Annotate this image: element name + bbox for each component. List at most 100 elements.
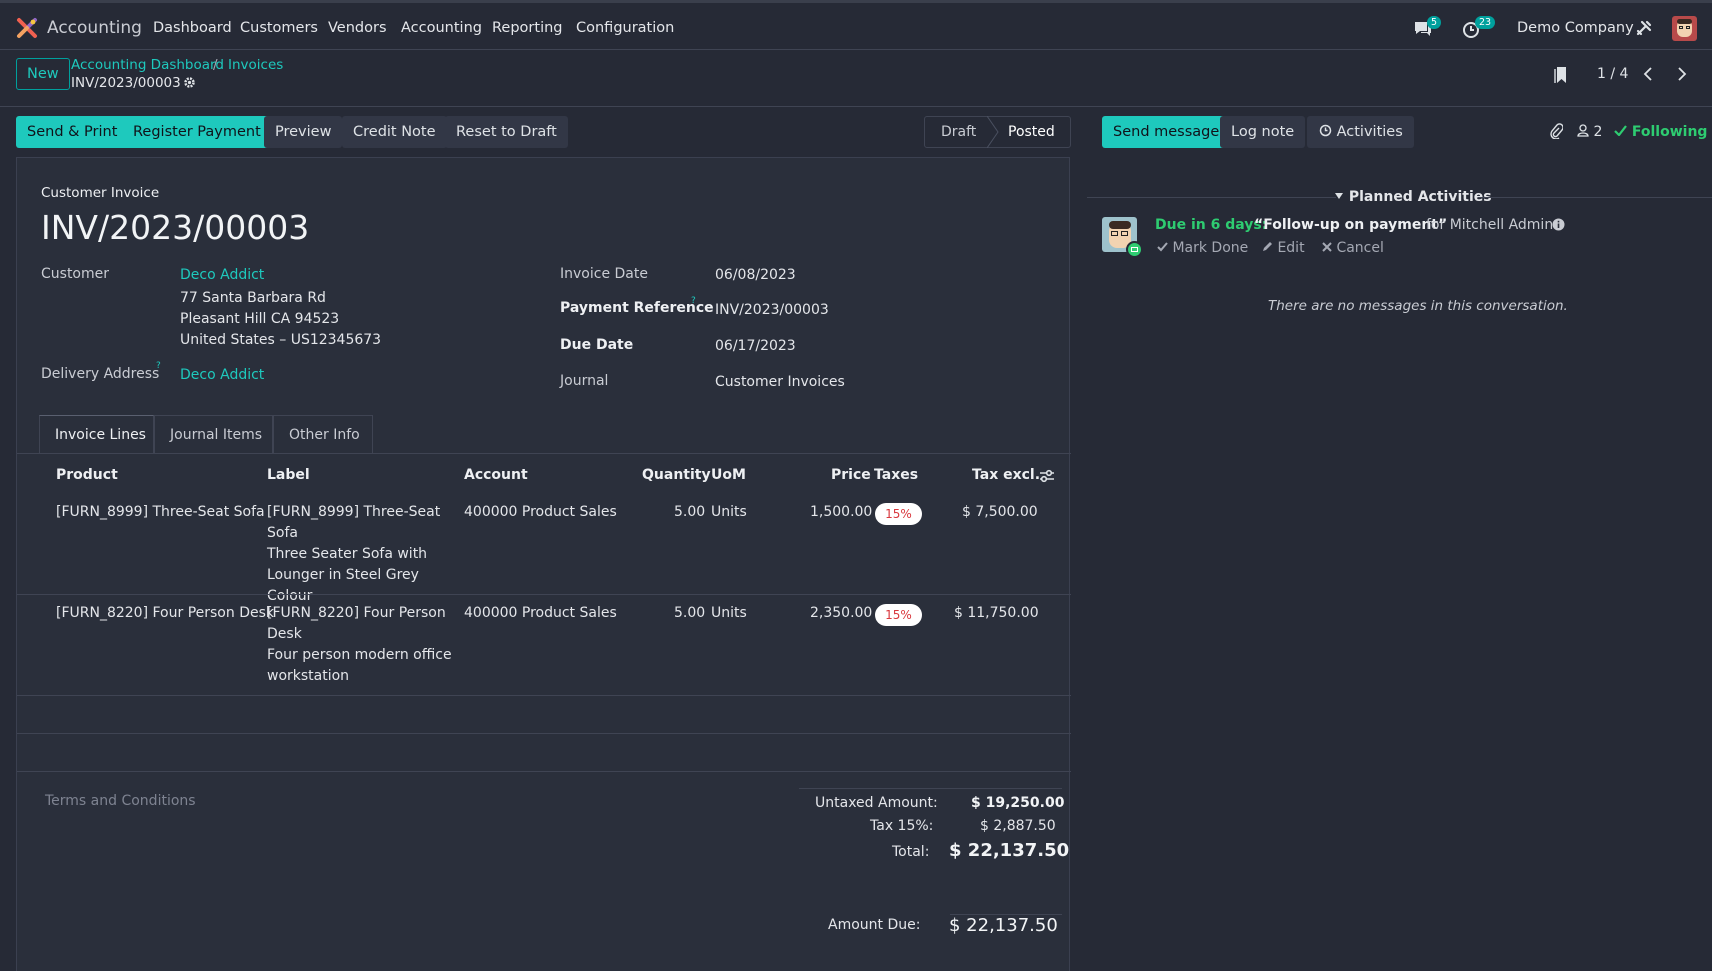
activities-chatter-button[interactable]: Activities	[1307, 116, 1414, 148]
row-label[interactable]: [FURN_8220] Four Person Desk Four person…	[267, 603, 457, 687]
col-account[interactable]: Account	[464, 467, 528, 483]
invoice-date-field[interactable]: 06/08/2023	[715, 267, 796, 283]
row-quantity[interactable]: 5.00	[674, 502, 705, 523]
invoice-form-sheet: Customer Invoice INV/2023/00003 Customer…	[16, 157, 1071, 971]
delivery-address-link[interactable]: Deco Addict	[180, 367, 264, 383]
messages-button[interactable]: 5	[1413, 16, 1443, 41]
activities-label: Activities	[1336, 124, 1403, 140]
row-price[interactable]: 2,350.00	[810, 603, 872, 624]
edit-activity-button[interactable]: Edit	[1262, 240, 1305, 256]
terms-conditions-field[interactable]: Terms and Conditions	[45, 793, 196, 809]
activity-type-icon	[1126, 241, 1143, 258]
delivery-help-icon[interactable]: ?	[156, 361, 161, 371]
amount-due-label: Amount Due:	[828, 917, 921, 933]
followers-button[interactable]: 2	[1577, 124, 1602, 140]
reset-draft-button[interactable]: Reset to Draft	[445, 116, 568, 148]
mark-done-label: Mark Done	[1172, 240, 1249, 256]
register-payment-button[interactable]: Register Payment	[122, 116, 272, 148]
activity-summary: “Follow-up on payment”	[1254, 217, 1448, 233]
pager-value[interactable]: 1 / 4	[1597, 66, 1628, 82]
col-product[interactable]: Product	[56, 467, 118, 483]
row-account[interactable]: 400000 Product Sales	[464, 502, 617, 523]
log-note-button[interactable]: Log note	[1220, 116, 1306, 148]
cancel-label: Cancel	[1336, 240, 1384, 256]
column-settings-icon[interactable]	[1039, 468, 1055, 484]
activities-button[interactable]: 23	[1462, 16, 1498, 41]
row-uom[interactable]: Units	[711, 603, 747, 624]
menu-vendors[interactable]: Vendors	[328, 20, 387, 36]
breadcrumb-separator: /	[213, 57, 218, 73]
row-uom[interactable]: Units	[711, 502, 747, 523]
row-product[interactable]: [FURN_8220] Four Person Desk	[56, 603, 274, 624]
col-quantity[interactable]: Quantity	[642, 467, 711, 483]
row-label-line: Four person modern office	[267, 647, 452, 663]
row-tax-badge[interactable]: 15%	[875, 503, 922, 525]
address-line-1: 77 Santa Barbara Rd	[180, 290, 326, 306]
paperclip-icon[interactable]	[1549, 123, 1563, 139]
row-product[interactable]: [FURN_8999] Three-Seat Sofa	[56, 502, 265, 523]
col-taxes[interactable]: Taxes	[874, 467, 918, 483]
breadcrumb-invoices[interactable]: Invoices	[228, 57, 283, 73]
row-quantity[interactable]: 5.00	[674, 603, 705, 624]
menu-dashboard[interactable]: Dashboard	[153, 20, 232, 36]
row-label[interactable]: [FURN_8999] Three-Seat Sofa Three Seater…	[267, 502, 457, 607]
cancel-activity-button[interactable]: Cancel	[1322, 240, 1384, 256]
top-navbar: Accounting Dashboard Customers Vendors A…	[0, 0, 1712, 50]
status-draft[interactable]: Draft	[941, 124, 976, 140]
chevron-right-icon[interactable]	[1676, 66, 1688, 82]
due-date-field[interactable]: 06/17/2023	[715, 338, 796, 354]
delivery-address-label: Delivery Address	[41, 366, 160, 382]
row-label-line: Three Seater Sofa with	[267, 546, 428, 562]
tools-icon[interactable]	[1636, 20, 1652, 36]
send-message-button[interactable]: Send message	[1102, 116, 1231, 148]
planned-activities-toggle[interactable]: Planned Activities	[1334, 189, 1492, 205]
breadcrumb-parent[interactable]: Accounting Dashboard	[71, 57, 224, 73]
col-uom[interactable]: UoM	[711, 467, 746, 483]
app-logo-icon[interactable]	[16, 17, 38, 39]
row-label-line: Desk	[267, 626, 302, 642]
bookmark-icon[interactable]	[1554, 66, 1568, 84]
tab-invoice-lines[interactable]: Invoice Lines	[39, 415, 154, 454]
new-button[interactable]: New	[16, 58, 70, 90]
menu-reporting[interactable]: Reporting	[492, 20, 563, 36]
payment-ref-field[interactable]: INV/2023/00003	[715, 302, 829, 318]
menu-configuration[interactable]: Configuration	[576, 20, 674, 36]
app-name[interactable]: Accounting	[47, 18, 142, 38]
credit-note-button[interactable]: Credit Note	[342, 116, 447, 148]
col-price[interactable]: Price	[831, 467, 871, 483]
row-price[interactable]: 1,500.00	[810, 502, 872, 523]
check-icon	[1157, 242, 1168, 252]
tab-journal-items[interactable]: Journal Items	[154, 415, 273, 454]
mark-done-button[interactable]: Mark Done	[1157, 240, 1248, 256]
user-icon	[1577, 124, 1589, 137]
tax-label: Tax 15%:	[870, 818, 934, 834]
untaxed-label: Untaxed Amount:	[815, 795, 938, 811]
preview-button[interactable]: Preview	[264, 116, 343, 148]
row-account[interactable]: 400000 Product Sales	[464, 603, 617, 624]
row-label-line: workstation	[267, 668, 350, 684]
customer-link[interactable]: Deco Addict	[180, 267, 264, 283]
row-divider	[17, 695, 1071, 696]
control-panel-divider	[0, 106, 1712, 107]
company-switcher[interactable]: Demo Company	[1517, 20, 1634, 36]
menu-customers[interactable]: Customers	[240, 20, 318, 36]
following-button[interactable]: Following	[1614, 124, 1707, 140]
menu-accounting[interactable]: Accounting	[401, 20, 482, 36]
chevron-left-icon[interactable]	[1642, 66, 1654, 82]
activities-badge: 23	[1475, 16, 1496, 29]
gear-icon[interactable]	[183, 76, 196, 89]
status-posted[interactable]: Posted	[1008, 124, 1055, 140]
row-label-line: [FURN_8999] Three-Seat	[267, 504, 441, 520]
col-label[interactable]: Label	[267, 467, 310, 483]
tab-other-info[interactable]: Other Info	[273, 415, 373, 454]
journal-field[interactable]: Customer Invoices	[715, 374, 845, 390]
row-tax-badge[interactable]: 15%	[875, 604, 922, 626]
send-print-button[interactable]: Send & Print	[16, 116, 129, 148]
caret-down-icon	[1335, 193, 1343, 199]
col-tax-excl[interactable]: Tax excl.	[972, 467, 1040, 483]
payment-ref-help-icon[interactable]: ?	[691, 296, 696, 306]
user-avatar[interactable]	[1672, 16, 1697, 41]
info-icon[interactable]	[1552, 218, 1565, 231]
amount-due: $ 22,137.50	[949, 915, 1058, 936]
record-name: INV/2023/00003	[71, 75, 181, 91]
